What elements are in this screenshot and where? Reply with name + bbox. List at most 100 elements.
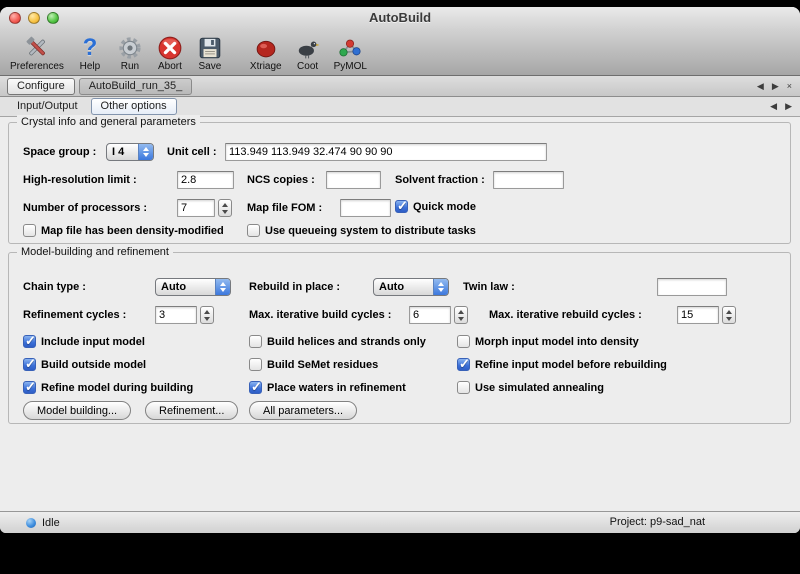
subtab-prev-icon[interactable]: ◀ xyxy=(770,102,777,111)
high-res-limit-label: High-resolution limit : xyxy=(23,174,137,186)
refinement-button[interactable]: Refinement... xyxy=(145,401,238,420)
xtriage-icon xyxy=(252,34,280,62)
checkbox-box xyxy=(23,224,36,237)
project-label: Project: p9-sad_nat xyxy=(610,516,705,528)
max-rebuild-cycles-input[interactable] xyxy=(677,306,719,324)
checkbox-label: Build SeMet residues xyxy=(267,359,378,371)
tab-next-icon[interactable]: ▶ xyxy=(772,82,779,91)
chain-type-select[interactable]: Auto xyxy=(155,278,231,296)
max-build-cycles-input[interactable] xyxy=(409,306,451,324)
quick-mode-checkbox[interactable]: Quick mode xyxy=(395,200,476,213)
pymol-button[interactable]: PyMOL xyxy=(328,29,373,75)
abort-button[interactable]: Abort xyxy=(150,29,190,75)
density-modified-checkbox[interactable]: Map file has been density-modified xyxy=(23,224,224,237)
tab-autobuild-run-35[interactable]: AutoBuild_run_35_ xyxy=(79,78,193,95)
rebuild-in-place-select[interactable]: Auto xyxy=(373,278,449,296)
refine-before-rebuilding-checkbox[interactable]: Refine input model before rebuilding xyxy=(457,358,667,371)
checkbox-box xyxy=(247,224,260,237)
rebuild-in-place-value: Auto xyxy=(374,279,433,295)
help-icon: ? xyxy=(76,34,104,62)
all-parameters-button[interactable]: All parameters... xyxy=(249,401,357,420)
num-processors-stepper[interactable] xyxy=(218,199,232,217)
morph-model-checkbox[interactable]: Morph input model into density xyxy=(457,335,639,348)
save-button[interactable]: Save xyxy=(190,29,230,75)
solvent-fraction-input[interactable] xyxy=(493,171,564,189)
checkbox-label: Build outside model xyxy=(41,359,146,371)
tool-label: Save xyxy=(199,61,222,72)
titlebar[interactable]: AutoBuild xyxy=(0,7,800,29)
popup-arrows-icon xyxy=(433,279,448,295)
queueing-system-checkbox[interactable]: Use queueing system to distribute tasks xyxy=(247,224,476,237)
space-group-label: Space group : xyxy=(23,146,96,158)
help-button[interactable]: ? Help xyxy=(70,29,110,75)
map-fom-input[interactable] xyxy=(340,199,391,217)
tab-input-output[interactable]: Input/Output xyxy=(7,98,88,115)
place-waters-checkbox[interactable]: Place waters in refinement xyxy=(249,381,406,394)
unit-cell-label: Unit cell : xyxy=(167,146,217,158)
status-text: Idle xyxy=(42,517,60,529)
run-gear-icon xyxy=(116,34,144,62)
checkbox-box xyxy=(395,200,408,213)
subtab-next-icon[interactable]: ▶ xyxy=(785,102,792,111)
build-outside-model-checkbox[interactable]: Build outside model xyxy=(23,358,146,371)
model-building-legend: Model-building and refinement xyxy=(17,245,173,259)
popup-arrows-icon xyxy=(215,279,230,295)
ncs-copies-input[interactable] xyxy=(326,171,381,189)
subtab-nav-controls: ◀ ▶ xyxy=(770,97,792,116)
coot-button[interactable]: Coot xyxy=(288,29,328,75)
model-building-group: Model-building and refinement Chain type… xyxy=(8,252,791,424)
chain-type-value: Auto xyxy=(156,279,215,295)
include-input-model-checkbox[interactable]: Include input model xyxy=(23,335,145,348)
rebuild-in-place-label: Rebuild in place : xyxy=(249,281,340,293)
refinement-cycles-input[interactable] xyxy=(155,306,197,324)
checkbox-label: Quick mode xyxy=(413,201,476,213)
map-fom-label: Map file FOM : xyxy=(247,202,322,214)
max-rebuild-cycles-label: Max. iterative rebuild cycles : xyxy=(489,309,642,321)
chain-type-label: Chain type : xyxy=(23,281,86,293)
model-building-button[interactable]: Model building... xyxy=(23,401,131,420)
high-res-limit-input[interactable] xyxy=(177,171,234,189)
checkbox-label: Map file has been density-modified xyxy=(41,225,224,237)
checkbox-label: Refine model during building xyxy=(41,382,193,394)
checkbox-box xyxy=(23,381,36,394)
checkbox-label: Build helices and strands only xyxy=(267,336,426,348)
num-processors-label: Number of processors : xyxy=(23,202,147,214)
refinement-cycles-stepper[interactable] xyxy=(200,306,214,324)
crystal-info-legend: Crystal info and general parameters xyxy=(17,115,200,129)
pymol-molecule-icon xyxy=(336,34,364,62)
simulated-annealing-checkbox[interactable]: Use simulated annealing xyxy=(457,381,604,394)
build-semet-checkbox[interactable]: Build SeMet residues xyxy=(249,358,378,371)
checkbox-label: Refine input model before rebuilding xyxy=(475,359,667,371)
abort-icon xyxy=(156,34,184,62)
num-processors-input[interactable] xyxy=(177,199,215,217)
solvent-fraction-label: Solvent fraction : xyxy=(395,174,485,186)
autobuild-window: AutoBuild Preferences ? Help xyxy=(0,7,800,533)
tab-prev-icon[interactable]: ◀ xyxy=(757,82,764,91)
checkbox-label: Include input model xyxy=(41,336,145,348)
toolbar: Preferences ? Help Run xyxy=(0,29,800,76)
tab-close-icon[interactable]: × xyxy=(787,82,792,91)
status-bar: Idle Project: p9-sad_nat xyxy=(0,511,800,533)
xtriage-button[interactable]: Xtriage xyxy=(244,29,288,75)
checkbox-box xyxy=(457,335,470,348)
refine-during-building-checkbox[interactable]: Refine model during building xyxy=(23,381,193,394)
refinement-cycles-label: Refinement cycles : xyxy=(23,309,126,321)
space-group-select[interactable]: I 4 xyxy=(106,143,154,161)
preferences-icon xyxy=(23,34,51,62)
checkbox-box xyxy=(23,358,36,371)
tool-label: Xtriage xyxy=(250,61,282,72)
checkbox-box xyxy=(249,335,262,348)
preferences-button[interactable]: Preferences xyxy=(4,29,70,75)
checkbox-box xyxy=(249,358,262,371)
twin-law-input[interactable] xyxy=(657,278,727,296)
run-button[interactable]: Run xyxy=(110,29,150,75)
build-helices-checkbox[interactable]: Build helices and strands only xyxy=(249,335,426,348)
unit-cell-input[interactable] xyxy=(225,143,547,161)
checkbox-box xyxy=(249,381,262,394)
tab-configure[interactable]: Configure xyxy=(7,78,75,95)
max-rebuild-cycles-stepper[interactable] xyxy=(722,306,736,324)
status-indicator-icon xyxy=(26,518,36,528)
tab-other-options[interactable]: Other options xyxy=(91,98,177,115)
max-build-cycles-stepper[interactable] xyxy=(454,306,468,324)
tool-label: Run xyxy=(121,61,139,72)
